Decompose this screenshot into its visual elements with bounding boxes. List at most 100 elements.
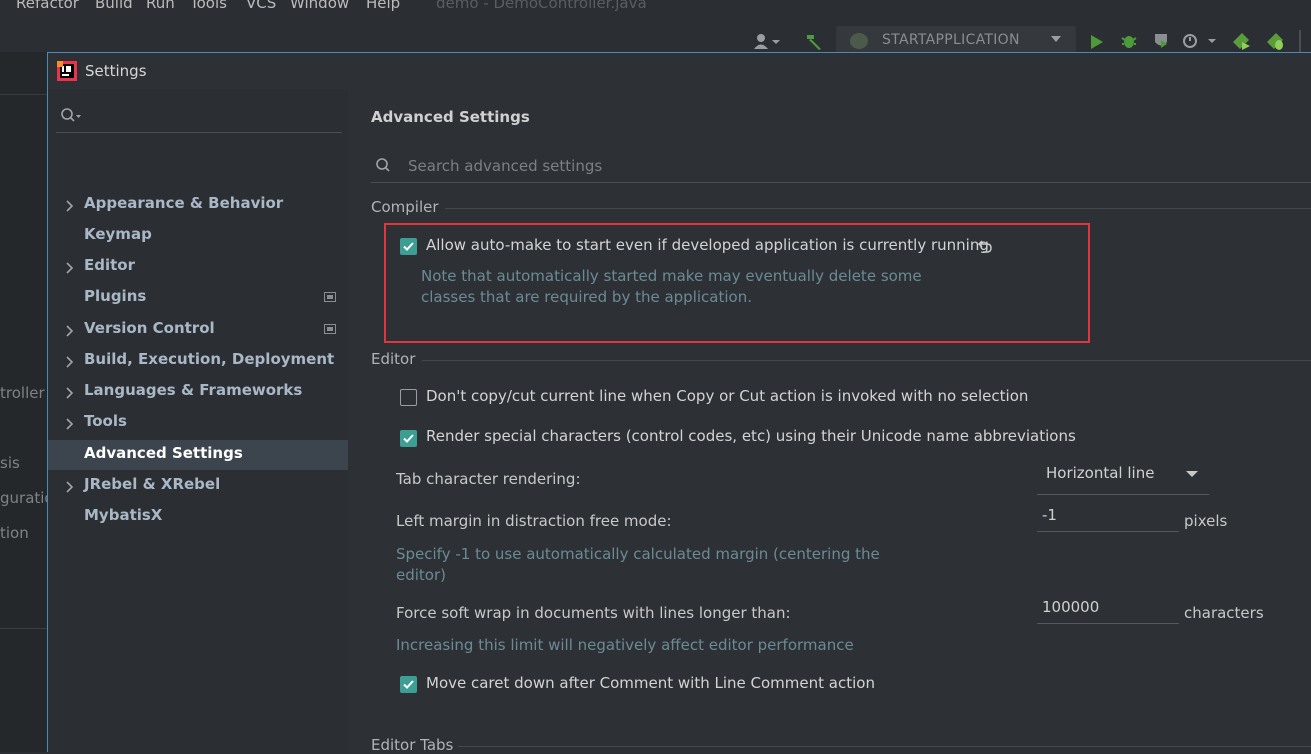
soft-wrap-value: 100000 <box>1042 598 1100 616</box>
sidebar-item-label: Version Control <box>84 319 215 337</box>
dont-copy-checkbox[interactable] <box>400 389 417 406</box>
chevron-right-icon <box>66 198 74 216</box>
dialog-title: Settings <box>85 62 147 80</box>
sidebar-item-version-control[interactable]: Version Control <box>48 315 348 345</box>
menu-refactor[interactable]: Refactor <box>16 0 79 12</box>
tab-rendering-label: Tab character rendering: <box>396 470 581 488</box>
chevron-right-icon <box>66 354 74 372</box>
group-header-editor-tabs: Editor Tabs <box>371 736 454 754</box>
settings-dialog: Settings Appearance & Behavior Keymap Ed… <box>47 52 1311 754</box>
auto-make-note-line: classes that are required by the applica… <box>421 288 752 306</box>
sidebar-item-languages[interactable]: Languages & Frameworks <box>48 377 348 407</box>
tab-rendering-dropdown[interactable]: Horizontal line <box>1037 457 1209 495</box>
sidebar-item-label: Keymap <box>84 225 152 243</box>
debug-icon[interactable] <box>1120 32 1138 54</box>
menu-build[interactable]: Build <box>95 0 133 12</box>
left-margin-label: Left margin in distraction free mode: <box>396 512 672 530</box>
chevron-right-icon <box>66 479 74 497</box>
auto-make-label: Allow auto-make to start even if develop… <box>426 236 989 254</box>
project-tree-fragment: tion <box>0 524 29 542</box>
project-tree-fragment: sis <box>0 454 20 472</box>
sidebar-item-keymap[interactable]: Keymap <box>48 221 348 251</box>
sidebar-item-mybatisx[interactable]: MybatisX <box>48 502 348 532</box>
sidebar-item-label: Languages & Frameworks <box>84 381 303 399</box>
ide-toolbar: STARTAPPLICATION <box>0 14 1311 56</box>
sidebar-item-label: MybatisX <box>84 506 163 524</box>
render-special-checkbox[interactable] <box>400 430 417 447</box>
sidebar-item-label: Appearance & Behavior <box>84 194 284 212</box>
move-caret-checkbox[interactable] <box>400 676 417 693</box>
menu-tools[interactable]: Tools <box>190 0 227 12</box>
group-divider <box>422 360 1311 361</box>
sidebar-search-input[interactable] <box>56 101 342 133</box>
settings-content: Advanced Settings Compiler Allow auto-ma… <box>348 89 1311 754</box>
sidebar-item-label: Editor <box>84 256 135 274</box>
advanced-search-input[interactable] <box>406 155 1286 177</box>
sidebar-item-appearance[interactable]: Appearance & Behavior <box>48 190 348 220</box>
coverage-icon[interactable] <box>1152 32 1170 54</box>
chevron-down-icon <box>1186 471 1198 477</box>
intellij-logo-icon <box>57 61 77 81</box>
sidebar-item-plugins[interactable]: Plugins <box>48 283 348 313</box>
project-settings-icon <box>324 324 336 334</box>
soft-wrap-unit: characters <box>1184 604 1264 622</box>
render-special-label: Render special characters (control codes… <box>426 427 1076 445</box>
spring-boot-icon <box>850 33 868 49</box>
move-caret-label: Move caret down after Comment with Line … <box>426 674 875 692</box>
dialog-titlebar: Settings <box>48 53 1311 89</box>
group-divider <box>458 746 1311 747</box>
left-margin-note-line: editor) <box>396 566 446 584</box>
page-title: Advanced Settings <box>371 108 530 126</box>
sidebar-item-label: JRebel & XRebel <box>84 475 221 493</box>
build-hammer-icon[interactable] <box>804 32 824 54</box>
auto-make-note: Note that automatically started make may… <box>421 266 922 308</box>
left-margin-input[interactable]: -1 <box>1037 500 1179 532</box>
sidebar-item-label: Tools <box>84 412 127 430</box>
left-margin-note: Specify -1 to use automatically calculat… <box>396 544 880 586</box>
chevron-right-icon <box>66 260 74 278</box>
soft-wrap-input[interactable]: 100000 <box>1037 592 1179 624</box>
left-margin-note-line: Specify -1 to use automatically calculat… <box>396 545 880 563</box>
run-config-label: STARTAPPLICATION <box>882 32 1020 48</box>
reset-icon[interactable] <box>977 238 993 258</box>
ide-project-panel: troller sis guratio tion <box>0 52 47 752</box>
settings-sidebar: Appearance & Behavior Keymap Editor Plug… <box>48 89 348 753</box>
tab-rendering-value: Horizontal line <box>1046 464 1155 482</box>
user-icon[interactable] <box>752 32 782 54</box>
group-header-compiler: Compiler <box>371 198 439 216</box>
soft-wrap-label: Force soft wrap in documents with lines … <box>396 604 791 622</box>
sidebar-item-label: Plugins <box>84 287 147 305</box>
search-icon <box>375 157 397 177</box>
chevron-right-icon <box>66 416 74 434</box>
sidebar-item-editor[interactable]: Editor <box>48 252 348 282</box>
menu-run[interactable]: Run <box>146 0 175 12</box>
project-settings-icon <box>324 292 336 302</box>
left-margin-value: -1 <box>1042 506 1057 524</box>
search-icon <box>60 107 82 127</box>
advanced-search-field <box>371 151 1311 183</box>
soft-wrap-note: Increasing this limit will negatively af… <box>396 636 854 654</box>
dont-copy-label: Don't copy/cut current line when Copy or… <box>426 387 1029 405</box>
profiler-icon[interactable] <box>1182 32 1216 54</box>
ide-menubar: Refactor Build Run Tools VCS Window Help… <box>0 0 1311 14</box>
chevron-right-icon <box>66 385 74 403</box>
menu-window[interactable]: Window <box>290 0 349 12</box>
project-tree-fragment: troller <box>0 384 45 402</box>
run-icon[interactable] <box>1090 34 1104 54</box>
sidebar-item-advanced-settings[interactable]: Advanced Settings <box>48 440 348 470</box>
chevron-right-icon <box>66 323 74 341</box>
menu-vcs[interactable]: VCS <box>246 0 276 12</box>
sidebar-item-tools[interactable]: Tools <box>48 408 348 438</box>
sidebar-item-jrebel[interactable]: JRebel & XRebel <box>48 471 348 501</box>
menu-help[interactable]: Help <box>366 0 400 12</box>
sidebar-item-build[interactable]: Build, Execution, Deployment <box>48 346 348 376</box>
left-margin-unit: pixels <box>1184 512 1228 530</box>
group-divider <box>445 208 1311 209</box>
project-tree-fragment: guratio <box>0 489 47 507</box>
auto-make-note-line: Note that automatically started make may… <box>421 267 922 285</box>
sidebar-item-label: Advanced Settings <box>84 444 243 462</box>
group-header-editor: Editor <box>371 350 416 368</box>
sidebar-item-label: Build, Execution, Deployment <box>84 350 335 368</box>
chevron-down-icon <box>1051 36 1061 42</box>
auto-make-checkbox[interactable] <box>400 238 417 255</box>
